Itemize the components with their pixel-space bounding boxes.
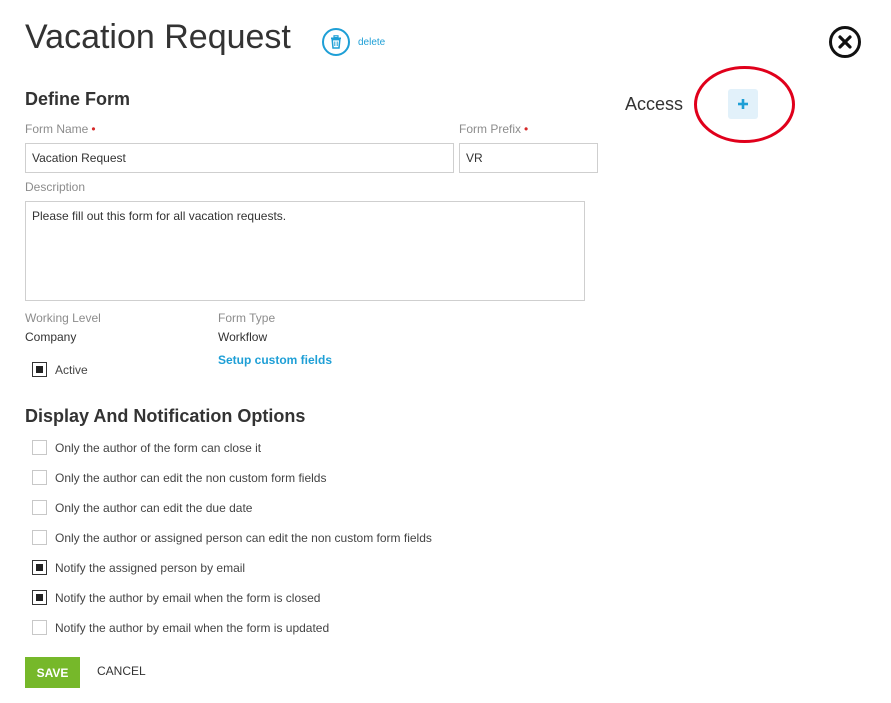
option-checkbox[interactable] bbox=[32, 530, 47, 545]
option-label: Only the author can edit the non custom … bbox=[55, 470, 327, 485]
option-row[interactable]: Only the author can edit the non custom … bbox=[32, 470, 326, 485]
checkbox-mark bbox=[36, 594, 43, 601]
option-row[interactable]: Notify the author by email when the form… bbox=[32, 620, 329, 635]
option-row[interactable]: Only the author of the form can close it bbox=[32, 440, 261, 455]
working-level-value: Company bbox=[25, 330, 77, 344]
close-icon[interactable] bbox=[829, 26, 861, 58]
option-label: Only the author can edit the due date bbox=[55, 500, 253, 515]
description-label: Description bbox=[25, 180, 86, 194]
option-checkbox[interactable] bbox=[32, 560, 47, 575]
description-textarea[interactable]: Please fill out this form for all vacati… bbox=[25, 201, 585, 301]
option-checkbox[interactable] bbox=[32, 440, 47, 455]
required-marker: • bbox=[91, 122, 96, 136]
form-prefix-label: Form Prefix • bbox=[459, 122, 528, 136]
delete-button[interactable]: delete bbox=[322, 28, 385, 56]
checkbox-mark bbox=[36, 366, 43, 373]
setup-custom-fields-link[interactable]: Setup custom fields bbox=[218, 353, 332, 367]
option-row[interactable]: Notify the author by email when the form… bbox=[32, 590, 320, 605]
option-label: Only the author or assigned person can e… bbox=[55, 530, 432, 545]
form-prefix-label-text: Form Prefix bbox=[459, 122, 522, 136]
option-checkbox[interactable] bbox=[32, 590, 47, 605]
form-type-label: Form Type bbox=[218, 311, 276, 325]
option-label: Notify the assigned person by email bbox=[55, 560, 246, 575]
form-name-label-text: Form Name bbox=[25, 122, 89, 136]
option-label: Only the author of the form can close it bbox=[55, 440, 262, 455]
option-row[interactable]: Only the author can edit the due date bbox=[32, 500, 252, 515]
option-label: Notify the author by email when the form… bbox=[55, 620, 330, 635]
save-button[interactable]: SAVE bbox=[25, 657, 80, 688]
form-prefix-input[interactable]: VR bbox=[459, 143, 598, 173]
working-level-label: Working Level bbox=[25, 311, 101, 325]
cancel-button[interactable]: CANCEL bbox=[97, 664, 146, 678]
option-checkbox[interactable] bbox=[32, 500, 47, 515]
annotation-circle bbox=[694, 66, 795, 143]
option-checkbox[interactable] bbox=[32, 470, 47, 485]
display-options-heading: Display And Notification Options bbox=[25, 406, 306, 426]
form-type-value: Workflow bbox=[218, 330, 268, 344]
checkbox-mark bbox=[36, 564, 43, 571]
option-label: Notify the author by email when the form… bbox=[55, 590, 321, 605]
define-form-heading: Define Form bbox=[25, 89, 131, 109]
active-checkbox[interactable] bbox=[32, 362, 47, 377]
option-row[interactable]: Only the author or assigned person can e… bbox=[32, 530, 432, 545]
option-row[interactable]: Notify the assigned person by email bbox=[32, 560, 245, 575]
trash-icon[interactable] bbox=[322, 28, 350, 56]
option-checkbox[interactable] bbox=[32, 620, 47, 635]
page-title: Vacation Request bbox=[25, 18, 291, 56]
form-name-input[interactable]: Vacation Request bbox=[25, 143, 454, 173]
access-heading: Access bbox=[625, 94, 684, 114]
form-name-label: Form Name • bbox=[25, 122, 96, 136]
required-marker: • bbox=[524, 122, 529, 136]
active-label: Active bbox=[55, 362, 88, 377]
delete-label[interactable]: delete bbox=[358, 37, 385, 48]
active-checkbox-row[interactable]: Active bbox=[32, 362, 88, 377]
